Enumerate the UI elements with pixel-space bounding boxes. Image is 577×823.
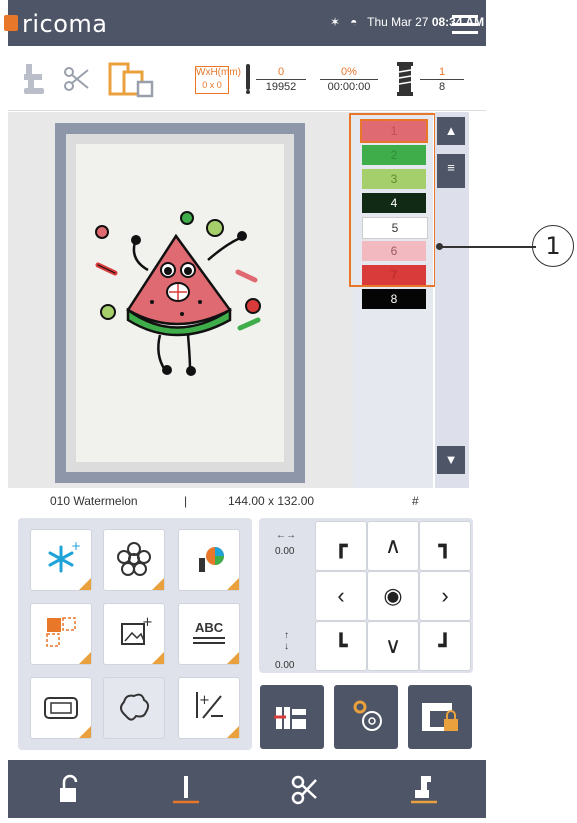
needle-nav-icon bbox=[173, 776, 199, 804]
trace-button[interactable] bbox=[260, 685, 324, 749]
scroll-down-button[interactable]: ▼ bbox=[437, 446, 465, 474]
design-library-button[interactable] bbox=[103, 529, 165, 591]
status-date: Thu Mar 27 bbox=[367, 15, 429, 29]
hamburger-menu-icon[interactable] bbox=[452, 14, 478, 34]
x-axis-arrows-icon: ←→ bbox=[276, 530, 296, 541]
gear-flower-icon bbox=[353, 700, 382, 731]
presser-foot-nav-icon bbox=[411, 776, 437, 804]
progress-time: 00:00:00 bbox=[327, 81, 371, 93]
watermelon-design[interactable] bbox=[90, 210, 270, 380]
svg-text:+: + bbox=[199, 693, 210, 708]
design-info-bar: 010 Watermelon | 144.00 x 132.00 # bbox=[8, 488, 486, 514]
text-button[interactable]: ABC bbox=[178, 603, 240, 665]
stitch-counter: 0 19952 bbox=[256, 66, 306, 93]
bluetooth-icon: ✶ bbox=[330, 15, 341, 29]
color-total: 8 bbox=[438, 81, 446, 93]
stitch-edit-button[interactable]: + bbox=[178, 677, 240, 739]
nav-machine[interactable] bbox=[365, 760, 484, 818]
info-separator: | bbox=[184, 494, 188, 508]
color-swatch-5[interactable]: 5 bbox=[362, 217, 428, 239]
design-hash: # bbox=[412, 494, 419, 508]
color-swatch-8[interactable]: 8 bbox=[362, 289, 426, 309]
design-name: 010 Watermelon bbox=[50, 494, 138, 508]
y-axis-arrows-icon: ↑ ↓ bbox=[284, 630, 289, 652]
svg-text:+: + bbox=[142, 615, 153, 630]
scissors-icon bbox=[291, 775, 317, 805]
design-size-box: WxH(mm) 0 x 0 bbox=[195, 66, 241, 94]
color-counter: 1 8 bbox=[420, 66, 464, 93]
move-left-button[interactable]: ‹ bbox=[315, 571, 367, 621]
svg-text:ABC: ABC bbox=[195, 620, 224, 635]
needle-icon bbox=[246, 64, 250, 94]
color-swatch-4[interactable]: 4 bbox=[362, 193, 426, 213]
move-up-left-button[interactable]: ┏ bbox=[315, 521, 367, 571]
move-down-right-button[interactable]: ┛ bbox=[419, 621, 471, 671]
color-current: 1 bbox=[420, 66, 464, 80]
stitch-current: 0 bbox=[256, 66, 306, 80]
move-right-button[interactable]: › bbox=[419, 571, 471, 621]
nav-embroider[interactable] bbox=[127, 760, 246, 818]
center-button[interactable]: ◉ bbox=[367, 571, 419, 621]
move-down-left-button[interactable]: ┗ bbox=[315, 621, 367, 671]
color-swatch-2[interactable]: 2 bbox=[362, 145, 426, 165]
unlock-icon bbox=[60, 774, 78, 802]
design-dimensions: 144.00 x 132.00 bbox=[228, 494, 315, 508]
outline-button[interactable] bbox=[103, 677, 165, 739]
scroll-up-button[interactable]: ▲ bbox=[437, 117, 465, 145]
size-value: 0 x 0 bbox=[202, 80, 222, 90]
color-swatch-3[interactable]: 3 bbox=[362, 169, 426, 189]
cloud-outline-icon bbox=[120, 693, 150, 721]
lock-machine-button[interactable] bbox=[408, 685, 472, 749]
size-label: WxH(mm) bbox=[196, 67, 241, 78]
svg-text:+: + bbox=[71, 539, 81, 553]
move-down-button[interactable]: ∨ bbox=[367, 621, 419, 671]
trace-icon bbox=[274, 707, 306, 729]
app-logo: ricoma bbox=[22, 10, 108, 38]
add-design-button[interactable]: + bbox=[30, 529, 92, 591]
color-change-button[interactable] bbox=[178, 529, 240, 591]
ricoma-logo-mark bbox=[4, 15, 18, 31]
nav-unlock[interactable] bbox=[8, 760, 127, 818]
callout-number: 1 bbox=[532, 225, 574, 267]
list-menu-icon[interactable]: ≡ bbox=[437, 154, 465, 188]
color-swatch-7[interactable]: 7 bbox=[362, 265, 426, 285]
progress-counter: 0% 00:00:00 bbox=[320, 66, 378, 93]
nav-trim[interactable] bbox=[246, 760, 365, 818]
move-up-right-button[interactable]: ┓ bbox=[419, 521, 471, 571]
callout-line bbox=[440, 246, 536, 248]
design-settings-button[interactable] bbox=[334, 685, 398, 749]
presser-foot-icon[interactable] bbox=[22, 62, 46, 98]
layout-button[interactable] bbox=[30, 603, 92, 665]
thread-spool-icon bbox=[397, 62, 413, 96]
color-swatch-6[interactable]: 6 bbox=[362, 241, 426, 261]
move-up-button[interactable]: ∧ bbox=[367, 521, 419, 571]
stitch-total: 19952 bbox=[265, 81, 297, 93]
add-image-button[interactable]: + bbox=[103, 603, 165, 665]
hoop-select-button[interactable] bbox=[30, 677, 92, 739]
color-swatch-1[interactable]: 1 bbox=[360, 119, 428, 143]
x-offset-value: 0.00 bbox=[275, 546, 295, 557]
hoop-frames-icon[interactable] bbox=[108, 60, 158, 100]
y-offset-value: 0.00 bbox=[275, 660, 295, 671]
progress-percent: 0% bbox=[320, 66, 378, 80]
wifi-icon: ◓ bbox=[350, 15, 358, 29]
machine-lock-icon bbox=[422, 703, 458, 731]
trim-scissors-icon[interactable] bbox=[62, 64, 92, 94]
